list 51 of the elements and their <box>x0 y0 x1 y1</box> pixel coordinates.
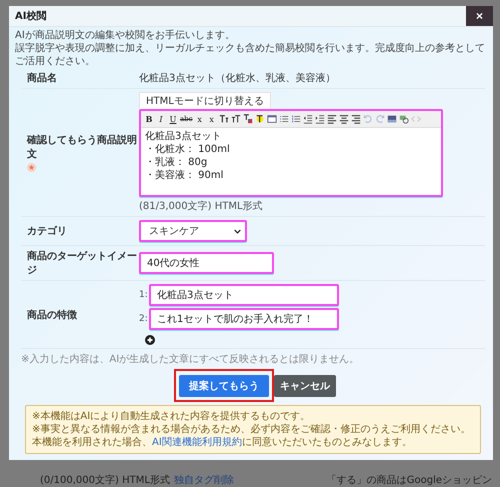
center-icon[interactable] <box>338 114 349 124</box>
cancel-button[interactable]: キャンセル <box>274 374 336 396</box>
ul-icon[interactable] <box>278 114 289 124</box>
product-name: 化粧品3点セット（化粧水、乳液、美容液） <box>139 72 336 85</box>
editor-text-line: ・美容液： 90ml <box>145 169 224 182</box>
field-label: カテゴリ <box>26 224 68 238</box>
notice-text: 本機能を利用された場合、AI関連機能利用規約に同意いただいたものとみなします。 <box>32 436 413 449</box>
intro-text: AIが商品説明文の編集や校閲をお手伝いします。 <box>15 29 236 42</box>
feature-input[interactable]: 化粧品3点セット <box>149 284 339 306</box>
editor-text-line: ・化粧水： 100ml <box>145 143 231 156</box>
item-number: 1: <box>139 290 147 300</box>
submit-button[interactable]: 提案してもらう <box>179 375 269 397</box>
field-label: 商品名 <box>26 71 58 85</box>
close-button[interactable]: × <box>466 6 493 26</box>
add-icon[interactable] <box>145 335 155 345</box>
italic-button[interactable]: I <box>156 114 166 124</box>
field-label: 商品の特徴 <box>26 308 78 322</box>
feature-input[interactable]: これ1セットで肌のお手入れ完了！ <box>149 308 339 330</box>
left-icon[interactable] <box>326 114 337 124</box>
target-input[interactable]: 40代の女性 <box>139 252 274 274</box>
notice-text: ※本機能はAIにより自動生成された内容を提供するものです。 <box>32 410 312 423</box>
image-icon[interactable] <box>386 114 397 124</box>
intro-text: 誤字脱字や表現の調整に加え、リーガルチェックも含めた簡易校閲を行います。完成度向上の参考としてご活用ください。 <box>15 42 485 68</box>
ol-icon[interactable] <box>290 114 301 124</box>
table-icon[interactable] <box>266 114 277 124</box>
info-text: 「する」の商品はGoogleショッピン <box>326 474 492 487</box>
outdent-icon[interactable] <box>302 114 313 124</box>
field-label: 商品のターゲットイメージ <box>26 249 138 277</box>
right-icon[interactable] <box>350 114 361 124</box>
html-mode-tab[interactable]: HTMLモードに切り替える <box>139 92 271 109</box>
size-icon[interactable] <box>230 114 241 124</box>
font-icon[interactable] <box>218 114 229 124</box>
highlight-icon[interactable] <box>254 114 265 124</box>
underline-button[interactable]: U <box>168 114 178 124</box>
indent-icon[interactable] <box>314 114 325 124</box>
editor-text-line: ・乳液： 80g <box>145 156 208 169</box>
sup-button[interactable]: x <box>206 114 217 124</box>
character-counter: (0/100,000文字) HTML形式 <box>40 474 170 487</box>
editor-text-line: 化粧品3点セット <box>145 130 222 143</box>
dialog-title: AI校閲 <box>14 10 46 23</box>
note-text: ※入力した内容は、AIが生成した文章にすべて反映されるとは限りません。 <box>21 352 360 366</box>
color-icon[interactable] <box>242 114 253 124</box>
terms-link[interactable]: AI関連機能利用規約 <box>152 437 242 448</box>
character-counter: (81/3,000文字) HTML形式 <box>139 200 263 213</box>
sub-button[interactable]: x <box>194 114 205 124</box>
notice-text: ※事実と異なる情報が含まれる場合があるため、必ず内容をご確認・修正のうえご利用ください。 <box>32 423 472 436</box>
item-number: 2: <box>139 314 147 324</box>
chevron-down-icon <box>234 228 241 234</box>
field-label: 確認してもらう商品説明文 <box>27 133 138 161</box>
bold-button[interactable]: B <box>144 114 154 124</box>
category-select[interactable]: スキンケア <box>139 220 247 242</box>
